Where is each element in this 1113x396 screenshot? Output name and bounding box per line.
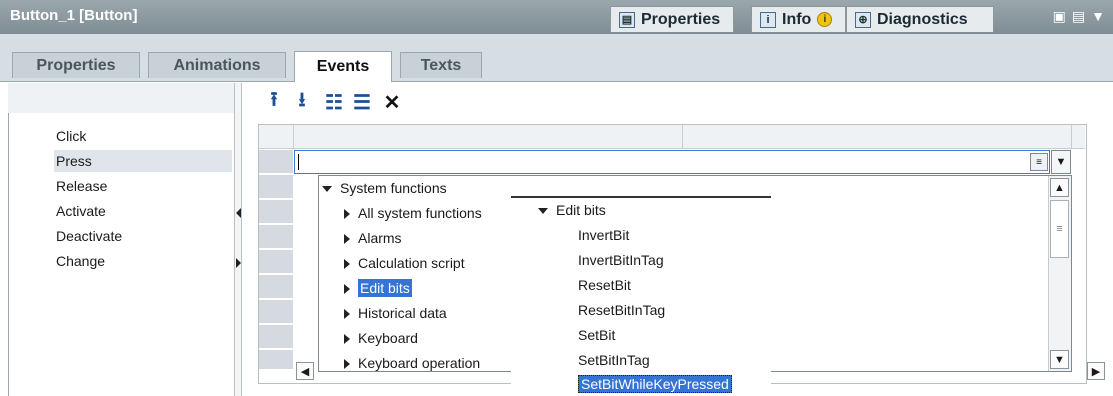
tab-properties[interactable]: Properties — [12, 52, 140, 78]
event-activate[interactable]: Activate — [54, 200, 232, 222]
tree-item-historical-data[interactable]: Historical data — [344, 302, 447, 324]
row-header[interactable] — [259, 175, 293, 199]
tree-item-keyboard[interactable]: Keyboard — [344, 327, 418, 349]
tree-item-alarms[interactable]: Alarms — [344, 227, 402, 249]
tree-item-calculation-script[interactable]: Calculation script — [344, 252, 465, 274]
chevron-right-icon — [344, 234, 350, 245]
inspector-tab-properties[interactable]: ▤ Properties — [610, 6, 734, 32]
event-change[interactable]: Change — [54, 250, 232, 272]
row-header[interactable] — [259, 150, 293, 174]
row-header[interactable] — [259, 325, 293, 349]
move-down-icon[interactable]: ⭳ — [290, 89, 314, 114]
text-caret — [298, 154, 299, 170]
chevron-right-icon — [344, 259, 350, 270]
function-setbitintag[interactable]: SetBitInTag — [578, 349, 650, 371]
diagnostics-icon: ⊕ — [855, 11, 871, 28]
chevron-right-icon — [344, 309, 350, 320]
chevron-right-icon — [344, 284, 350, 295]
chevron-down-icon — [322, 186, 332, 193]
scroll-down-icon[interactable]: ▼ — [1050, 350, 1069, 369]
dropdown-icon[interactable]: ▼ — [1091, 8, 1105, 25]
function-resetbit[interactable]: ResetBit — [578, 274, 631, 296]
chevron-right-icon — [344, 359, 350, 370]
expand-right-icon[interactable] — [236, 258, 241, 268]
scroll-left-icon[interactable]: ◀ — [296, 362, 314, 380]
tree-item-edit-bits[interactable]: Edit bits — [344, 277, 412, 299]
inspector-tab-info[interactable]: i Info i — [751, 6, 846, 32]
event-deactivate[interactable]: Deactivate — [54, 225, 232, 247]
event-list-header — [8, 83, 234, 113]
tree-item-keyboard-operation[interactable]: Keyboard operation — [344, 352, 480, 374]
inspector-tab-diagnostics[interactable]: ⊕ Diagnostics — [846, 6, 994, 32]
column-divider — [682, 125, 683, 149]
tree-root-system-functions[interactable]: System functions — [322, 177, 447, 199]
collapse-left-icon[interactable] — [236, 208, 241, 218]
inspector-tab-label: Diagnostics — [877, 10, 968, 28]
restore-icon[interactable]: ▣ — [1053, 8, 1066, 25]
list-icon[interactable]: ☰ — [350, 90, 374, 114]
function-invertbit[interactable]: InvertBit — [578, 224, 629, 246]
row-header[interactable] — [259, 300, 293, 324]
chevron-down-icon — [538, 208, 548, 215]
info-badge-icon: i — [817, 12, 833, 27]
window-title: Button_1 [Button] — [10, 7, 138, 24]
panel-splitter[interactable] — [234, 83, 242, 396]
tree-item-all-system-functions[interactable]: All system functions — [344, 202, 482, 224]
move-up-icon[interactable]: ⭱ — [262, 89, 286, 114]
row-header[interactable] — [259, 250, 293, 274]
row-header[interactable] — [259, 275, 293, 299]
function-input[interactable] — [294, 150, 1050, 174]
column-divider — [293, 125, 294, 149]
chevron-right-icon — [344, 334, 350, 345]
info-icon: i — [760, 11, 776, 28]
table-header — [259, 125, 1085, 149]
list-view-icon[interactable]: ≡ — [1030, 153, 1048, 171]
function-resetbitintag[interactable]: ResetBitInTag — [578, 299, 665, 321]
scroll-thumb[interactable]: ≡ — [1050, 200, 1069, 258]
dropdown-button[interactable]: ▼ — [1051, 150, 1071, 174]
properties-icon: ▤ — [619, 11, 635, 28]
tab-texts[interactable]: Texts — [400, 52, 482, 78]
event-click[interactable]: Click — [54, 125, 232, 147]
function-setbitwhilekeypressed[interactable]: SetBitWhileKeyPressed — [578, 373, 732, 395]
inspector-tab-label: Info — [782, 10, 812, 28]
row-header[interactable] — [259, 200, 293, 224]
inspector-tab-label: Properties — [641, 10, 721, 28]
chevron-right-icon — [344, 209, 350, 220]
row-header[interactable] — [259, 225, 293, 249]
expand-icon[interactable]: ☷ — [322, 90, 346, 114]
tab-animations[interactable]: Animations — [148, 52, 286, 78]
tab-events[interactable]: Events — [294, 51, 392, 82]
function-setbit[interactable]: SetBit — [578, 324, 615, 346]
menu-icon[interactable]: ▤ — [1072, 8, 1085, 25]
row-header[interactable] — [259, 350, 293, 370]
delete-icon[interactable]: ✕ — [380, 90, 404, 114]
submenu-header-edit-bits[interactable]: Edit bits — [538, 199, 606, 221]
function-invertbitintag[interactable]: InvertBitInTag — [578, 249, 664, 271]
event-release[interactable]: Release — [54, 175, 232, 197]
event-press[interactable]: Press — [54, 150, 232, 172]
column-divider — [1071, 125, 1072, 149]
window-controls: ▣ ▤ ▼ — [1053, 8, 1105, 25]
scroll-right-icon[interactable]: ▶ — [1087, 362, 1105, 380]
scroll-up-icon[interactable]: ▲ — [1050, 178, 1069, 197]
